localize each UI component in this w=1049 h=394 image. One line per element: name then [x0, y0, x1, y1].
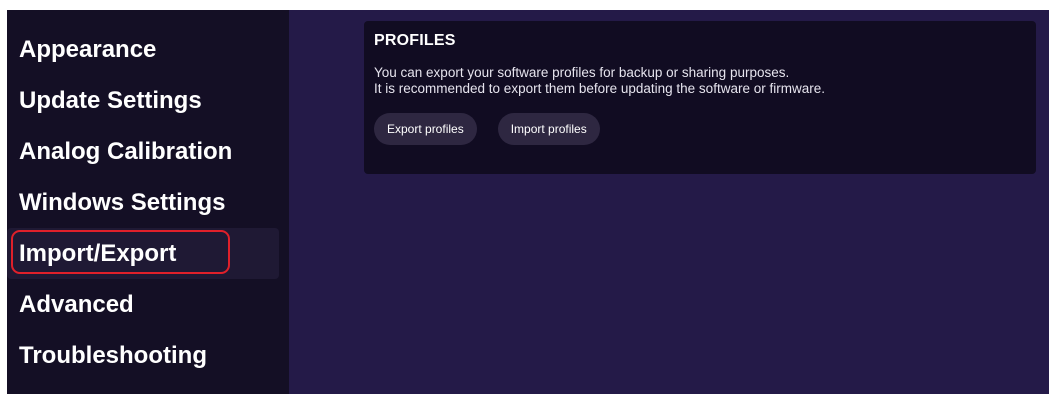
profiles-title: PROFILES — [374, 32, 456, 49]
sidebar-item-label: Troubleshooting — [19, 341, 207, 369]
sidebar-item-advanced[interactable]: Advanced — [7, 279, 279, 330]
description-line: You can export your software profiles fo… — [374, 65, 790, 80]
profiles-description: You can export your software profiles fo… — [374, 65, 1026, 97]
sidebar-item-windows-settings[interactable]: Windows Settings — [7, 177, 279, 228]
sidebar-item-label: Update Settings — [19, 86, 202, 114]
settings-sidebar: Appearance Update Settings Analog Calibr… — [7, 10, 289, 394]
settings-window: Appearance Update Settings Analog Calibr… — [7, 10, 1049, 394]
sidebar-item-label: Import/Export — [19, 239, 177, 267]
description-line: It is recommended to export them before … — [374, 81, 825, 96]
profiles-card: PROFILES You can export your software pr… — [364, 21, 1036, 174]
export-profiles-button[interactable]: Export profiles — [374, 113, 477, 145]
sidebar-item-analog-calibration[interactable]: Analog Calibration — [7, 126, 279, 177]
sidebar-item-update-settings[interactable]: Update Settings — [7, 75, 279, 126]
sidebar-item-label: Advanced — [19, 290, 134, 318]
sidebar-item-label: Appearance — [19, 35, 157, 63]
sidebar-item-label: Analog Calibration — [19, 137, 233, 165]
settings-content: PROFILES You can export your software pr… — [289, 10, 1049, 394]
sidebar-item-import-export[interactable]: Import/Export — [7, 228, 279, 279]
sidebar-item-troubleshooting[interactable]: Troubleshooting — [7, 330, 279, 381]
import-profiles-button[interactable]: Import profiles — [497, 113, 600, 145]
sidebar-item-appearance[interactable]: Appearance — [7, 24, 279, 75]
profiles-actions: Export profiles Import profiles — [374, 113, 1026, 145]
sidebar-item-label: Windows Settings — [19, 188, 226, 216]
